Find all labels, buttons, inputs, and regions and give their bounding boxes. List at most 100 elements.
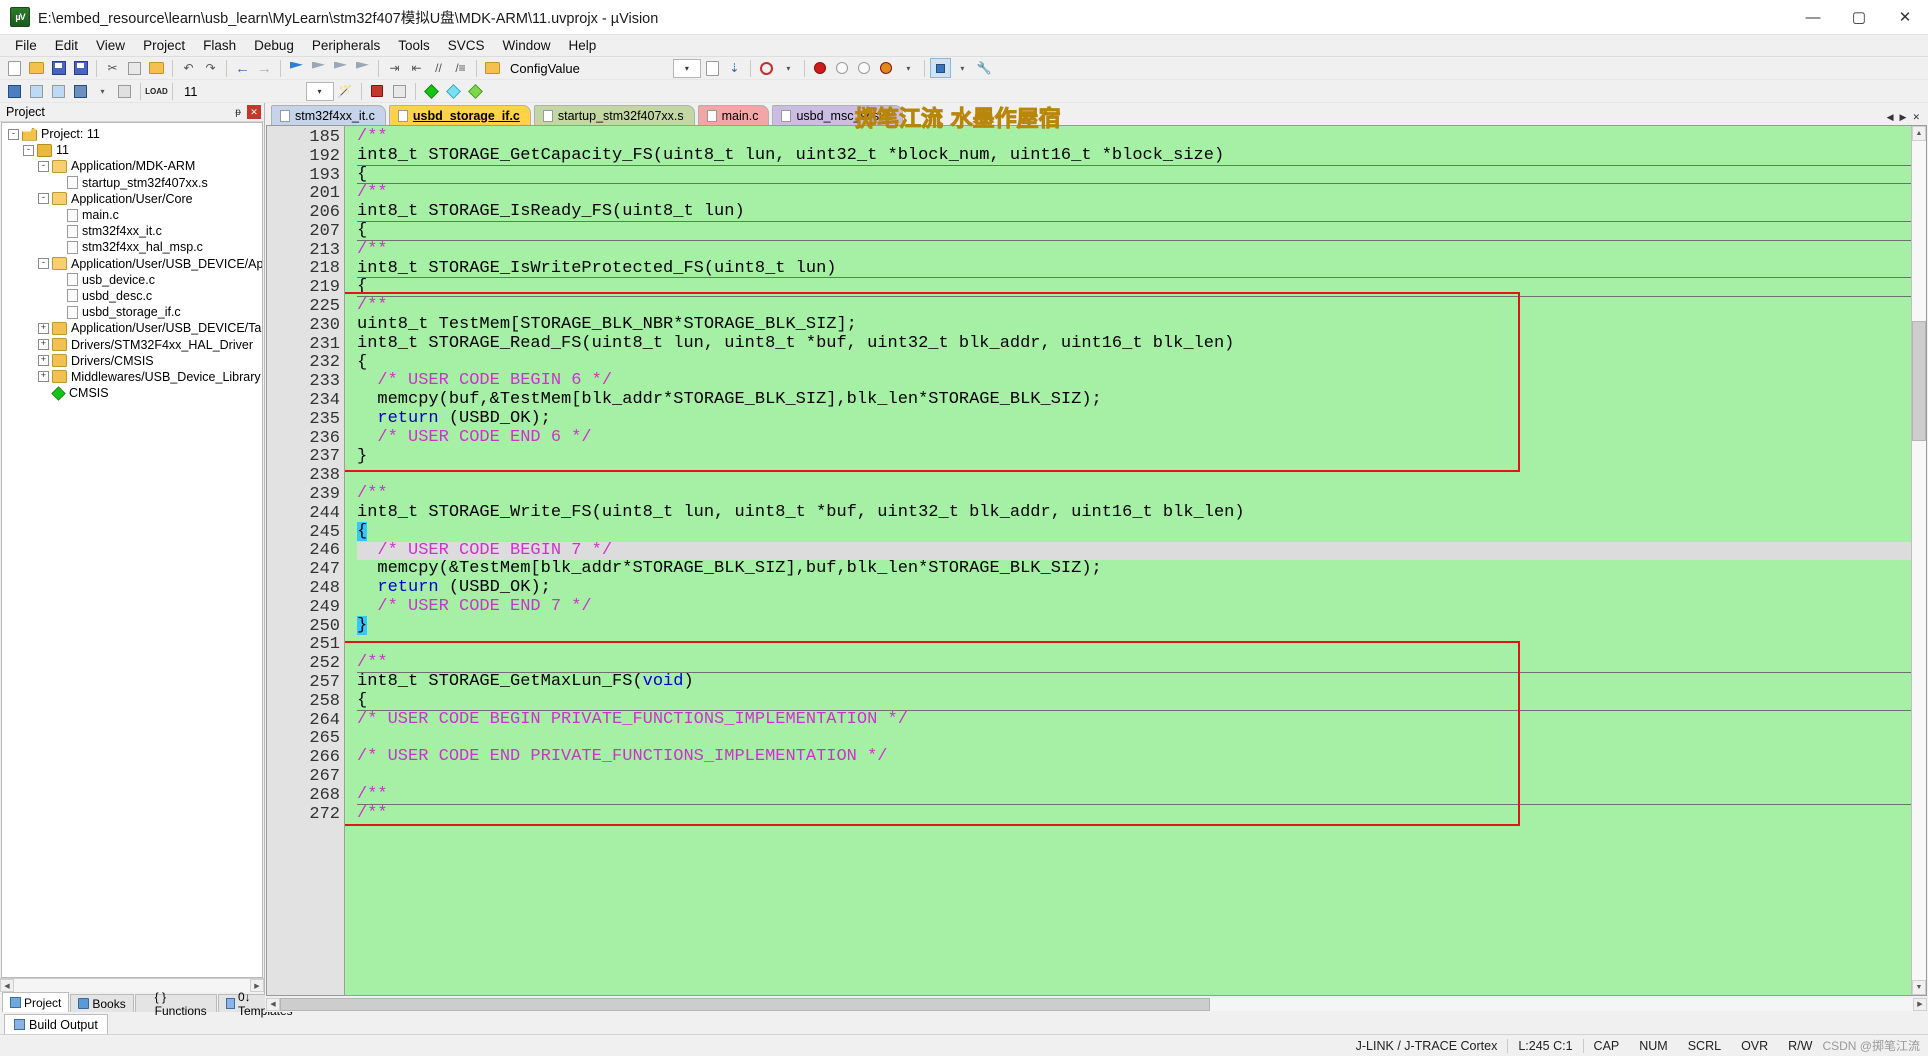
code-line[interactable]: /** (357, 485, 1911, 504)
code-line[interactable]: uint8_t TestMem[STORAGE_BLK_NBR*STORAGE_… (357, 316, 1911, 335)
project-tree-hscrollbar[interactable]: ◀ ▶ (0, 978, 264, 992)
code-line[interactable] (357, 767, 1911, 786)
code-line[interactable]: /** (357, 128, 1911, 147)
code-line[interactable]: int8_t STORAGE_GetMaxLun_FS(void) (357, 673, 1911, 692)
code-line[interactable]: /** (357, 297, 1911, 316)
pin-icon[interactable]: ᵽ (231, 105, 245, 119)
panel-tab-functions[interactable]: { } Functions (135, 994, 217, 1012)
code-line[interactable]: return (USBD_OK); (357, 579, 1911, 598)
breakpoint-disable-icon[interactable] (832, 58, 853, 78)
window-layout-icon[interactable] (930, 58, 951, 78)
menu-item-project[interactable]: Project (134, 36, 194, 55)
code-line[interactable]: { (357, 692, 1911, 711)
close-button[interactable]: ✕ (1882, 0, 1928, 35)
tree-item[interactable]: -Application/User/USB_DEVICE/App (2, 256, 262, 272)
uncomment-icon[interactable]: /≡ (450, 58, 471, 78)
insert-file-icon[interactable] (702, 58, 723, 78)
paste-icon[interactable] (146, 58, 167, 78)
target-selector-dropdown[interactable]: ▾ (306, 82, 334, 101)
manage-runtime-icon[interactable] (367, 81, 388, 101)
rebuild-icon[interactable] (48, 81, 69, 101)
code-line[interactable] (357, 636, 1911, 655)
translate-icon[interactable] (4, 81, 25, 101)
tree-item[interactable]: -11 (2, 142, 262, 158)
code-line[interactable]: return (USBD_OK); (357, 410, 1911, 429)
code-line[interactable]: /** (357, 184, 1911, 203)
code-line[interactable]: int8_t STORAGE_Write_FS(uint8_t lun, uin… (357, 504, 1911, 523)
debug-magnify-dropdown-icon[interactable]: ▾ (778, 58, 799, 78)
code-line[interactable] (357, 466, 1911, 485)
scroll-track-vertical[interactable] (1912, 141, 1926, 980)
scroll-thumb-horizontal[interactable] (280, 998, 1210, 1011)
tab-scroll-right-icon[interactable]: ▶ (1900, 112, 1907, 123)
scroll-left-icon[interactable]: ◀ (0, 979, 14, 992)
code-line[interactable]: /** (357, 786, 1911, 805)
functions-window-icon[interactable] (465, 81, 486, 101)
scroll-left-icon[interactable]: ◀ (266, 998, 280, 1011)
build-icon[interactable] (26, 81, 47, 101)
menu-item-file[interactable]: File (6, 36, 46, 55)
save-icon[interactable] (48, 58, 69, 78)
collapse-icon[interactable]: - (38, 193, 49, 204)
menu-item-window[interactable]: Window (493, 36, 559, 55)
comment-icon[interactable]: // (428, 58, 449, 78)
project-tree[interactable]: -Project: 11-11-Application/MDK-ARMstart… (1, 122, 263, 978)
copy-icon[interactable] (124, 58, 145, 78)
code-line[interactable]: /* USER CODE END PRIVATE_FUNCTIONS_IMPLE… (357, 748, 1911, 767)
menu-item-tools[interactable]: Tools (389, 36, 439, 55)
menu-item-debug[interactable]: Debug (245, 36, 303, 55)
expand-icon[interactable]: + (38, 323, 49, 334)
code-text-area[interactable]: /**int8_t STORAGE_GetCapacity_FS(uint8_t… (345, 126, 1911, 995)
scroll-down-icon[interactable]: ▼ (1912, 980, 1926, 995)
window-layout-dropdown-icon[interactable]: ▾ (952, 58, 973, 78)
expand-icon[interactable]: + (38, 355, 49, 366)
code-line[interactable]: } (357, 617, 1911, 636)
code-line[interactable]: int8_t STORAGE_GetCapacity_FS(uint8_t lu… (357, 147, 1911, 166)
outdent-icon[interactable]: ⇤ (406, 58, 427, 78)
scroll-up-icon[interactable]: ▲ (1912, 126, 1926, 141)
breakpoint-clear-icon[interactable] (854, 58, 875, 78)
code-line[interactable]: } (357, 448, 1911, 467)
tree-item[interactable]: -Project: 11 (2, 126, 262, 142)
tree-item[interactable]: +Drivers/STM32F4xx_HAL_Driver (2, 336, 262, 352)
cut-icon[interactable]: ✂ (102, 58, 123, 78)
expand-icon[interactable]: + (38, 371, 49, 382)
collapse-icon[interactable]: - (8, 129, 19, 140)
scroll-track[interactable] (14, 979, 250, 992)
menu-item-help[interactable]: Help (560, 36, 606, 55)
breakpoint-toggle-all-icon[interactable] (876, 58, 897, 78)
bookmark-next-icon[interactable] (330, 58, 351, 78)
collapse-icon[interactable]: - (23, 145, 34, 156)
tree-item[interactable]: +Drivers/CMSIS (2, 353, 262, 369)
breakpoint-icon[interactable] (810, 58, 831, 78)
bookmark-prev-icon[interactable] (308, 58, 329, 78)
editor-tab-startup_stm32f407xx_s[interactable]: startup_stm32f407xx.s (534, 105, 695, 125)
code-line[interactable]: /* USER CODE END 7 */ (357, 598, 1911, 617)
tree-item[interactable]: main.c (2, 207, 262, 223)
code-line[interactable]: { (357, 278, 1911, 297)
code-line[interactable]: /** (357, 654, 1911, 673)
batch-build-icon[interactable] (70, 81, 91, 101)
tree-item[interactable]: stm32f4xx_it.c (2, 223, 262, 239)
download-icon[interactable]: LOAD (146, 81, 167, 101)
close-icon[interactable]: ✕ (247, 105, 261, 119)
books-window-icon[interactable] (443, 81, 464, 101)
panel-tab-project[interactable]: Project (2, 992, 69, 1012)
debug-magnify-icon[interactable] (756, 58, 777, 78)
code-line[interactable]: /* USER CODE BEGIN 7 */ (357, 542, 1911, 561)
navigate-back-icon[interactable]: ← (232, 58, 253, 78)
collapse-icon[interactable]: - (38, 161, 49, 172)
code-line[interactable]: memcpy(&TestMem[blk_addr*STORAGE_BLK_SIZ… (357, 560, 1911, 579)
tree-item[interactable]: -Application/MDK-ARM (2, 158, 262, 174)
tree-item[interactable]: stm32f4xx_hal_msp.c (2, 239, 262, 255)
config-wizard-icon[interactable] (482, 58, 503, 78)
code-line[interactable]: memcpy(buf,&TestMem[blk_addr*STORAGE_BLK… (357, 391, 1911, 410)
expand-icon[interactable]: + (38, 339, 49, 350)
code-line[interactable]: /* USER CODE BEGIN 6 */ (357, 372, 1911, 391)
indent-icon[interactable]: ⇥ (384, 58, 405, 78)
tree-item[interactable]: -Application/User/Core (2, 191, 262, 207)
menu-item-view[interactable]: View (87, 36, 134, 55)
menu-item-svcs[interactable]: SVCS (439, 36, 494, 55)
stop-build-icon[interactable] (114, 81, 135, 101)
menu-item-peripherals[interactable]: Peripherals (303, 36, 389, 55)
